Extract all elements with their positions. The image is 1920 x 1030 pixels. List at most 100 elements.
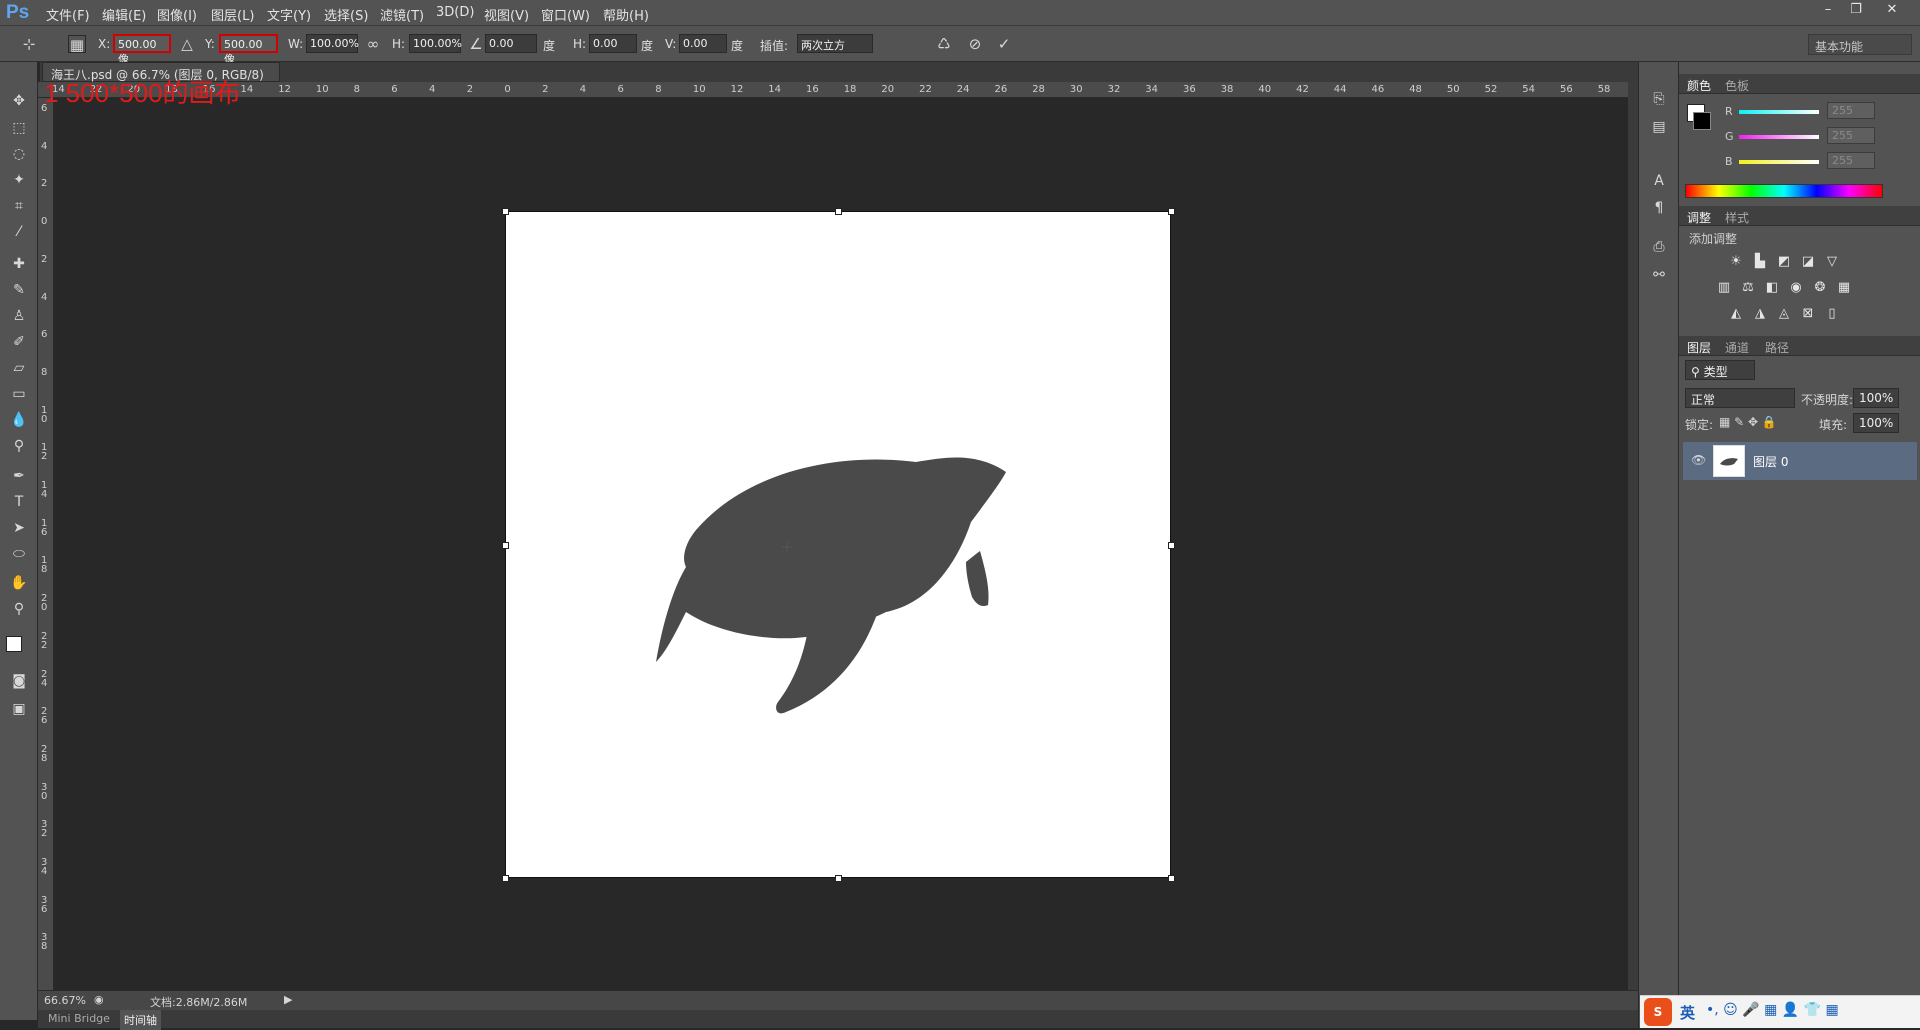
vibrance-icon[interactable]: ▽ bbox=[1823, 254, 1841, 270]
gradient-map-icon[interactable]: ▯ bbox=[1823, 306, 1841, 322]
rotate-field[interactable]: 0.00 bbox=[485, 34, 537, 53]
dodge-tool-icon[interactable]: ⚲ bbox=[8, 435, 30, 457]
menu-type[interactable]: 文字(Y) bbox=[267, 5, 311, 24]
brush-preset-icon[interactable]: ⎙ bbox=[1648, 236, 1670, 258]
selective-color-icon[interactable]: ⊠ bbox=[1799, 306, 1817, 322]
transform-handle-br[interactable] bbox=[1168, 875, 1175, 882]
status-menu-icon[interactable]: ◉ bbox=[94, 993, 104, 1006]
panel-background-swatch[interactable] bbox=[1693, 112, 1711, 130]
eyedropper-icon[interactable]: ⁄ bbox=[8, 221, 30, 243]
menu-window[interactable]: 窗口(W) bbox=[541, 5, 590, 24]
status-arrow-icon[interactable]: ▶ bbox=[284, 993, 292, 1006]
blend-mode-select[interactable]: 正常 bbox=[1685, 388, 1795, 408]
brightness-icon[interactable]: ☀ bbox=[1727, 254, 1745, 270]
magic-wand-icon[interactable]: ✦ bbox=[8, 169, 30, 191]
move-tool-preset-icon[interactable]: ⊹ bbox=[20, 35, 38, 53]
levels-icon[interactable]: ▙ bbox=[1751, 254, 1769, 270]
tab-styles[interactable]: 样式 bbox=[1725, 209, 1749, 226]
color-lookup-icon[interactable]: ▦ bbox=[1835, 280, 1853, 296]
layer-row[interactable]: 👁 图层 0 bbox=[1683, 442, 1917, 480]
menu-filter[interactable]: 滤镜(T) bbox=[380, 5, 424, 24]
menu-layer[interactable]: 图层(L) bbox=[211, 5, 254, 24]
crop-tool-icon[interactable]: ⌗ bbox=[8, 195, 30, 217]
hskew-field[interactable]: 0.00 bbox=[589, 34, 637, 53]
canvas-vertical-scrollbar[interactable] bbox=[1628, 82, 1638, 990]
tab-timeline[interactable]: 时间轴 bbox=[120, 1010, 161, 1030]
minimize-icon[interactable]: – bbox=[1816, 2, 1840, 18]
stamp-tool-icon[interactable]: ♙ bbox=[8, 305, 30, 327]
reference-point-icon[interactable]: ▦ bbox=[68, 35, 86, 54]
height-field[interactable]: 100.00% bbox=[409, 34, 462, 53]
visibility-eye-icon[interactable]: 👁 bbox=[1691, 453, 1706, 467]
ime-logo-icon[interactable]: S bbox=[1644, 998, 1672, 1026]
lock-icons[interactable]: ▦ ✎ ✥ 🔒 bbox=[1719, 415, 1777, 429]
paragraph-panel-icon[interactable]: ¶ bbox=[1648, 197, 1670, 219]
y-position-field[interactable]: 500.00 像 bbox=[219, 34, 278, 66]
transform-handle-l[interactable] bbox=[502, 542, 509, 549]
channel-mixer-icon[interactable]: ❂ bbox=[1811, 280, 1829, 296]
threshold-icon[interactable]: ◬ bbox=[1775, 306, 1793, 322]
zoom-level[interactable]: 66.67% bbox=[44, 994, 86, 1007]
menu-view[interactable]: 视图(V) bbox=[484, 5, 529, 24]
transform-handle-tl[interactable] bbox=[502, 208, 509, 215]
menu-select[interactable]: 选择(S) bbox=[324, 5, 368, 24]
gradient-tool-icon[interactable]: ▭ bbox=[8, 383, 30, 405]
blur-tool-icon[interactable]: 💧 bbox=[8, 409, 30, 431]
healing-brush-icon[interactable]: ✚ bbox=[8, 253, 30, 275]
channel-r-value[interactable]: 255 bbox=[1827, 102, 1875, 119]
tab-paths[interactable]: 路径 bbox=[1765, 339, 1789, 356]
cancel-transform-icon[interactable]: ⊘ bbox=[966, 35, 984, 53]
menu-file[interactable]: 文件(F) bbox=[46, 5, 90, 24]
close-window-icon[interactable]: ✕ bbox=[1880, 2, 1904, 18]
ime-tools-icons[interactable]: •, ☺ 🎤 ▦ 👤 👕 ▦ bbox=[1706, 1002, 1839, 1018]
menu-edit[interactable]: 编辑(E) bbox=[102, 5, 146, 24]
workspace-select[interactable]: 基本功能 bbox=[1808, 34, 1912, 55]
actions-panel-icon[interactable]: ▤ bbox=[1648, 116, 1670, 138]
black-white-icon[interactable]: ◧ bbox=[1763, 280, 1781, 296]
warp-icon[interactable]: ♺ bbox=[935, 35, 953, 53]
link-icon[interactable]: ∞ bbox=[364, 35, 382, 53]
commit-transform-icon[interactable]: ✓ bbox=[995, 35, 1013, 53]
hand-tool-icon[interactable]: ✋ bbox=[8, 572, 30, 594]
tab-adjustments[interactable]: 调整 bbox=[1687, 209, 1711, 226]
hue-saturation-icon[interactable]: ▥ bbox=[1715, 280, 1733, 296]
menu-help[interactable]: 帮助(H) bbox=[603, 5, 649, 24]
opacity-field[interactable]: 100% bbox=[1853, 388, 1899, 408]
tab-channels[interactable]: 通道 bbox=[1725, 339, 1749, 356]
restore-icon[interactable]: ❐ bbox=[1844, 2, 1868, 18]
eraser-tool-icon[interactable]: ▱ bbox=[8, 357, 30, 379]
tab-mini-bridge[interactable]: Mini Bridge bbox=[48, 1012, 110, 1025]
transform-handle-r[interactable] bbox=[1168, 542, 1175, 549]
path-select-icon[interactable]: ➤ bbox=[8, 517, 30, 539]
fill-field[interactable]: 100% bbox=[1853, 413, 1899, 433]
transform-handle-bl[interactable] bbox=[502, 875, 509, 882]
screen-mode-icon[interactable]: ▣ bbox=[8, 698, 30, 720]
move-tool-icon[interactable]: ✥ bbox=[8, 90, 30, 112]
x-position-field[interactable]: 500.00 像 bbox=[113, 34, 171, 66]
channel-b-value[interactable]: 255 bbox=[1827, 152, 1875, 169]
curves-icon[interactable]: ◩ bbox=[1775, 254, 1793, 270]
color-balance-icon[interactable]: ⚖ bbox=[1739, 280, 1757, 296]
vskew-field[interactable]: 0.00 bbox=[679, 34, 727, 53]
menu-image[interactable]: 图像(I) bbox=[157, 5, 197, 24]
brush-tool-icon[interactable]: ✎ bbox=[8, 279, 30, 301]
invert-icon[interactable]: ◭ bbox=[1727, 306, 1745, 322]
transform-handle-tr[interactable] bbox=[1168, 208, 1175, 215]
tab-swatches[interactable]: 色板 bbox=[1725, 77, 1749, 94]
channel-g-value[interactable]: 255 bbox=[1827, 127, 1875, 144]
layer-filter-select[interactable]: ⚲ 类型 bbox=[1685, 360, 1755, 380]
history-brush-icon[interactable]: ✐ bbox=[8, 331, 30, 353]
history-panel-icon[interactable]: ⎘ bbox=[1648, 88, 1670, 110]
menu-3d[interactable]: 3D(D) bbox=[436, 5, 474, 20]
lasso-tool-icon[interactable]: ◌ bbox=[8, 143, 30, 165]
transform-handle-b[interactable] bbox=[835, 875, 842, 882]
type-tool-icon[interactable]: T bbox=[8, 491, 30, 513]
channel-b-slider[interactable] bbox=[1739, 160, 1819, 164]
clone-source-icon[interactable]: ⚯ bbox=[1648, 264, 1670, 286]
shape-tool-icon[interactable]: ⬭ bbox=[8, 543, 30, 565]
layer-name[interactable]: 图层 0 bbox=[1753, 453, 1788, 470]
pen-tool-icon[interactable]: ✒ bbox=[8, 465, 30, 487]
photo-filter-icon[interactable]: ◉ bbox=[1787, 280, 1805, 296]
document-canvas[interactable] bbox=[505, 211, 1171, 878]
ime-language[interactable]: 英 bbox=[1680, 1002, 1695, 1023]
